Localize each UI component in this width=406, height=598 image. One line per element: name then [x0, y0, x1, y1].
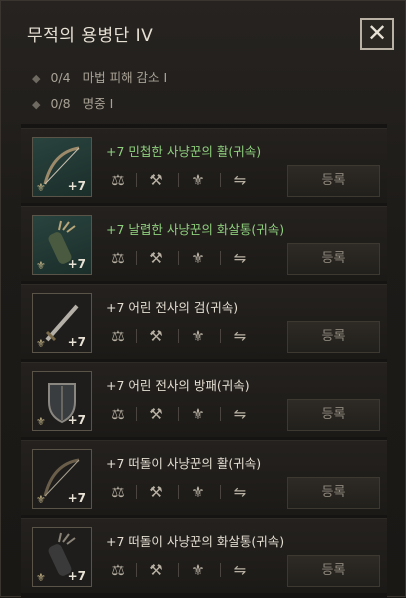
- item-level: +7: [67, 491, 86, 505]
- crest-icon: ⚜: [191, 483, 205, 501]
- scale-icon: ⚖: [111, 561, 125, 579]
- crest-icon: ⚜: [191, 171, 205, 189]
- stat-row: ◆ 0/4 마법 피해 감소 Ⅰ: [32, 67, 167, 86]
- item-name: +7 떠돌이 사냥꾼의 화살통(귀속): [106, 534, 285, 549]
- scale-icon: ⚖: [111, 405, 125, 423]
- anvil-icon: ⚒: [149, 561, 163, 579]
- crest-icon: ⚜: [191, 405, 205, 423]
- crest-icon: ⚜: [191, 249, 205, 267]
- divider: [178, 563, 179, 577]
- register-button[interactable]: 등록: [287, 477, 380, 509]
- exchange-icon: ⇋: [233, 171, 247, 189]
- list-item: ⚜ +7 +7 떠돌이 사냥꾼의 화살통(귀속) ⚖ ⚒ ⚜ ⇋ 등록: [21, 518, 387, 593]
- divider: [136, 407, 137, 421]
- divider: [178, 329, 179, 343]
- divider: [220, 563, 221, 577]
- divider: [220, 251, 221, 265]
- list-item: ⚜ +7 +7 떠돌이 사냥꾼의 활(귀속) ⚖ ⚒ ⚜ ⇋ 등록: [21, 440, 387, 515]
- enhance-icon: ⚜: [36, 571, 46, 584]
- enhance-icon: ⚜: [36, 259, 46, 272]
- anvil-icon: ⚒: [149, 483, 163, 501]
- anvil-icon: ⚒: [149, 171, 163, 189]
- item-level: +7: [67, 413, 86, 427]
- divider: [220, 173, 221, 187]
- item-icon-slot[interactable]: ⚜ +7: [32, 215, 92, 275]
- scale-icon: ⚖: [111, 483, 125, 501]
- item-name: +7 떠돌이 사냥꾼의 활(귀속): [106, 456, 262, 471]
- divider: [136, 563, 137, 577]
- crest-icon: ⚜: [191, 561, 205, 579]
- exchange-icon: ⇋: [233, 249, 247, 267]
- item-level: +7: [67, 335, 86, 349]
- item-name: +7 민첩한 사냥꾼의 활(귀속): [106, 144, 262, 159]
- item-name: +7 날렵한 사냥꾼의 화살통(귀속): [106, 222, 285, 237]
- register-button[interactable]: 등록: [287, 399, 380, 431]
- exchange-icon: ⇋: [233, 483, 247, 501]
- anvil-icon: ⚒: [149, 327, 163, 345]
- close-icon: ✕: [366, 19, 388, 47]
- diamond-bullet-icon: ◆: [32, 72, 41, 85]
- list-item: ⚜ +7 +7 어린 전사의 방패(귀속) ⚖ ⚒ ⚜ ⇋ 등록: [21, 362, 387, 437]
- stat-label: 명중 Ⅰ: [82, 96, 114, 111]
- enhance-icon: ⚜: [36, 181, 46, 194]
- divider: [220, 485, 221, 499]
- divider: [220, 407, 221, 421]
- anvil-icon: ⚒: [149, 405, 163, 423]
- divider: [136, 329, 137, 343]
- divider: [220, 329, 221, 343]
- divider: [178, 407, 179, 421]
- anvil-icon: ⚒: [149, 249, 163, 267]
- stat-row: ◆ 0/8 명중 Ⅰ: [32, 93, 113, 112]
- register-button[interactable]: 등록: [287, 321, 380, 353]
- list-item: ⚜ +7 +7 날렵한 사냥꾼의 화살통(귀속) ⚖ ⚒ ⚜ ⇋ 등록: [21, 206, 387, 281]
- close-button[interactable]: ✕: [360, 18, 394, 50]
- item-level: +7: [67, 257, 86, 271]
- scale-icon: ⚖: [111, 171, 125, 189]
- exchange-icon: ⇋: [233, 327, 247, 345]
- enhance-icon: ⚜: [36, 415, 46, 428]
- list-item: ⚜ +7 +7 어린 전사의 검(귀속) ⚖ ⚒ ⚜ ⇋ 등록: [21, 284, 387, 359]
- stat-progress: 0/8: [50, 96, 71, 111]
- divider: [178, 251, 179, 265]
- diamond-bullet-icon: ◆: [32, 98, 41, 111]
- register-button[interactable]: 등록: [287, 243, 380, 275]
- divider: [136, 251, 137, 265]
- collection-panel: 무적의 용병단 IV ✕ ◆ 0/4 마법 피해 감소 Ⅰ ◆ 0/8 명중 Ⅰ ⚜ +…: [0, 0, 406, 598]
- divider: [178, 485, 179, 499]
- enhance-icon: ⚜: [36, 337, 46, 350]
- stat-progress: 0/4: [50, 70, 71, 85]
- scale-icon: ⚖: [111, 249, 125, 267]
- stat-label: 마법 피해 감소 Ⅰ: [82, 70, 168, 85]
- panel-title: 무적의 용병단 IV: [27, 26, 154, 46]
- crest-icon: ⚜: [191, 327, 205, 345]
- scale-icon: ⚖: [111, 327, 125, 345]
- item-icon-slot[interactable]: ⚜ +7: [32, 527, 92, 587]
- item-level: +7: [67, 179, 86, 193]
- exchange-icon: ⇋: [233, 561, 247, 579]
- divider: [136, 485, 137, 499]
- register-button[interactable]: 등록: [287, 555, 380, 587]
- item-icon-slot[interactable]: ⚜ +7: [32, 293, 92, 353]
- item-icon-slot[interactable]: ⚜ +7: [32, 137, 92, 197]
- list-item: ⚜ +7 +7 민첩한 사냥꾼의 활(귀속) ⚖ ⚒ ⚜ ⇋ 등록: [21, 128, 387, 203]
- divider: [178, 173, 179, 187]
- item-level: +7: [67, 569, 86, 583]
- register-button[interactable]: 등록: [287, 165, 380, 197]
- item-icon-slot[interactable]: ⚜ +7: [32, 449, 92, 509]
- item-name: +7 어린 전사의 방패(귀속): [106, 378, 250, 393]
- divider: [136, 173, 137, 187]
- item-icon-slot[interactable]: ⚜ +7: [32, 371, 92, 431]
- exchange-icon: ⇋: [233, 405, 247, 423]
- item-name: +7 어린 전사의 검(귀속): [106, 300, 239, 315]
- enhance-icon: ⚜: [36, 493, 46, 506]
